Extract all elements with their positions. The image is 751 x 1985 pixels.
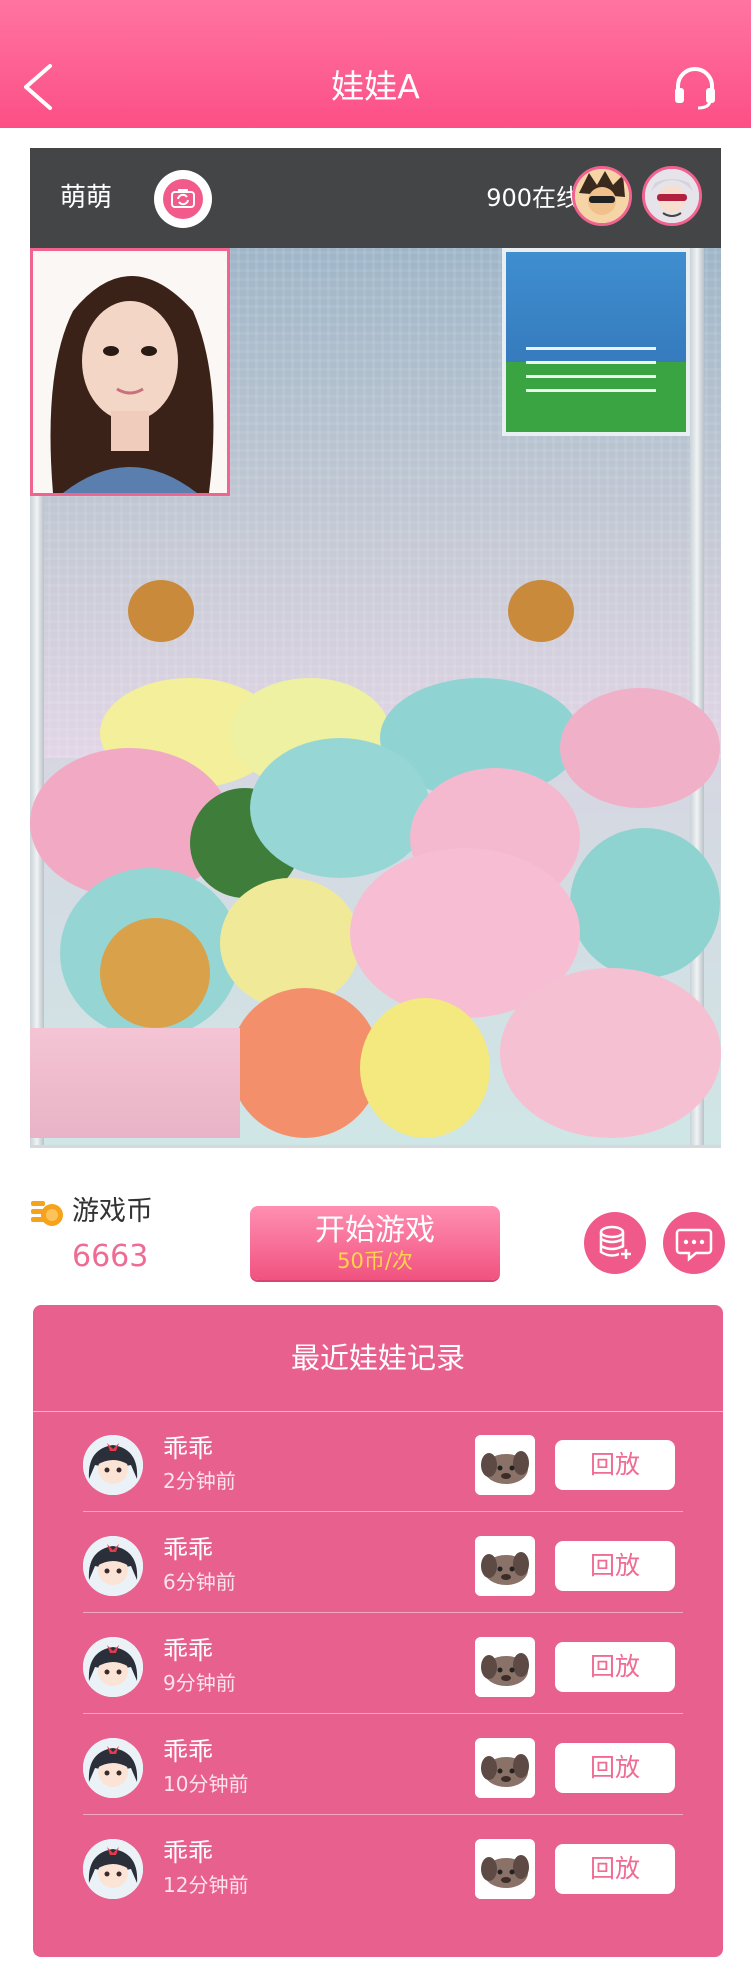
record-time: 9分钟前 [163,1671,236,1695]
headset-icon[interactable] [672,64,718,110]
record-user-name: 乖乖 [163,1535,214,1564]
replay-button[interactable]: 回放 [555,1541,675,1591]
record-row: 乖乖 12分钟前 回放 [83,1815,683,1916]
record-time: 6分钟前 [163,1570,236,1594]
replay-button[interactable]: 回放 [555,1440,675,1490]
record-user-name: 乖乖 [163,1838,214,1867]
record-time: 2分钟前 [163,1469,236,1493]
replay-button[interactable]: 回放 [555,1642,675,1692]
prize-thumbnail [475,1435,535,1495]
record-time: 10分钟前 [163,1772,249,1796]
coins-add-icon [599,1225,633,1261]
page-title: 娃娃A [331,67,420,106]
record-user-name: 乖乖 [163,1434,214,1463]
prize-thumbnail [475,1536,535,1596]
top-bar: 娃娃A [0,0,751,128]
chat-icon [675,1228,713,1262]
record-user-name: 乖乖 [163,1737,214,1766]
replay-button[interactable]: 回放 [555,1844,675,1894]
prize-thumbnail [475,1839,535,1899]
record-row: 乖乖 6分钟前 回放 [83,1512,683,1613]
recharge-button[interactable] [584,1212,646,1274]
prize-thumbnail [475,1738,535,1798]
user-avatar [83,1738,143,1798]
chat-button[interactable] [663,1212,725,1274]
records-title: 最近娃娃记录 [33,1305,723,1412]
start-game-button[interactable]: 开始游戏 50币/次 [250,1206,500,1280]
start-game-label: 开始游戏 [315,1213,435,1248]
start-game-price: 50币/次 [337,1249,413,1273]
replay-button[interactable]: 回放 [555,1743,675,1793]
user-avatar [83,1637,143,1697]
record-row: 乖乖 2分钟前 回放 [83,1411,683,1512]
user-avatar [83,1435,143,1495]
claw-machine-live-view: 萌萌 900在线 [30,148,721,1148]
coins-label: 游戏币 [72,1196,153,1227]
user-avatar [83,1839,143,1899]
record-user-name: 乖乖 [163,1636,214,1665]
user-avatar [83,1536,143,1596]
recent-records-panel: 最近娃娃记录 乖乖 2分钟前 回放 乖乖 6分钟前 回放 乖乖 9分钟前 回放 乖乖 10分钟前 回放… [33,1305,723,1957]
prize-thumbnail [475,1637,535,1697]
coin-stack-icon [31,1201,63,1226]
coins-balance: 6663 [72,1239,149,1274]
record-row: 乖乖 10分钟前 回放 [83,1714,683,1815]
record-row: 乖乖 9分钟前 回放 [83,1613,683,1714]
record-time: 12分钟前 [163,1873,249,1897]
